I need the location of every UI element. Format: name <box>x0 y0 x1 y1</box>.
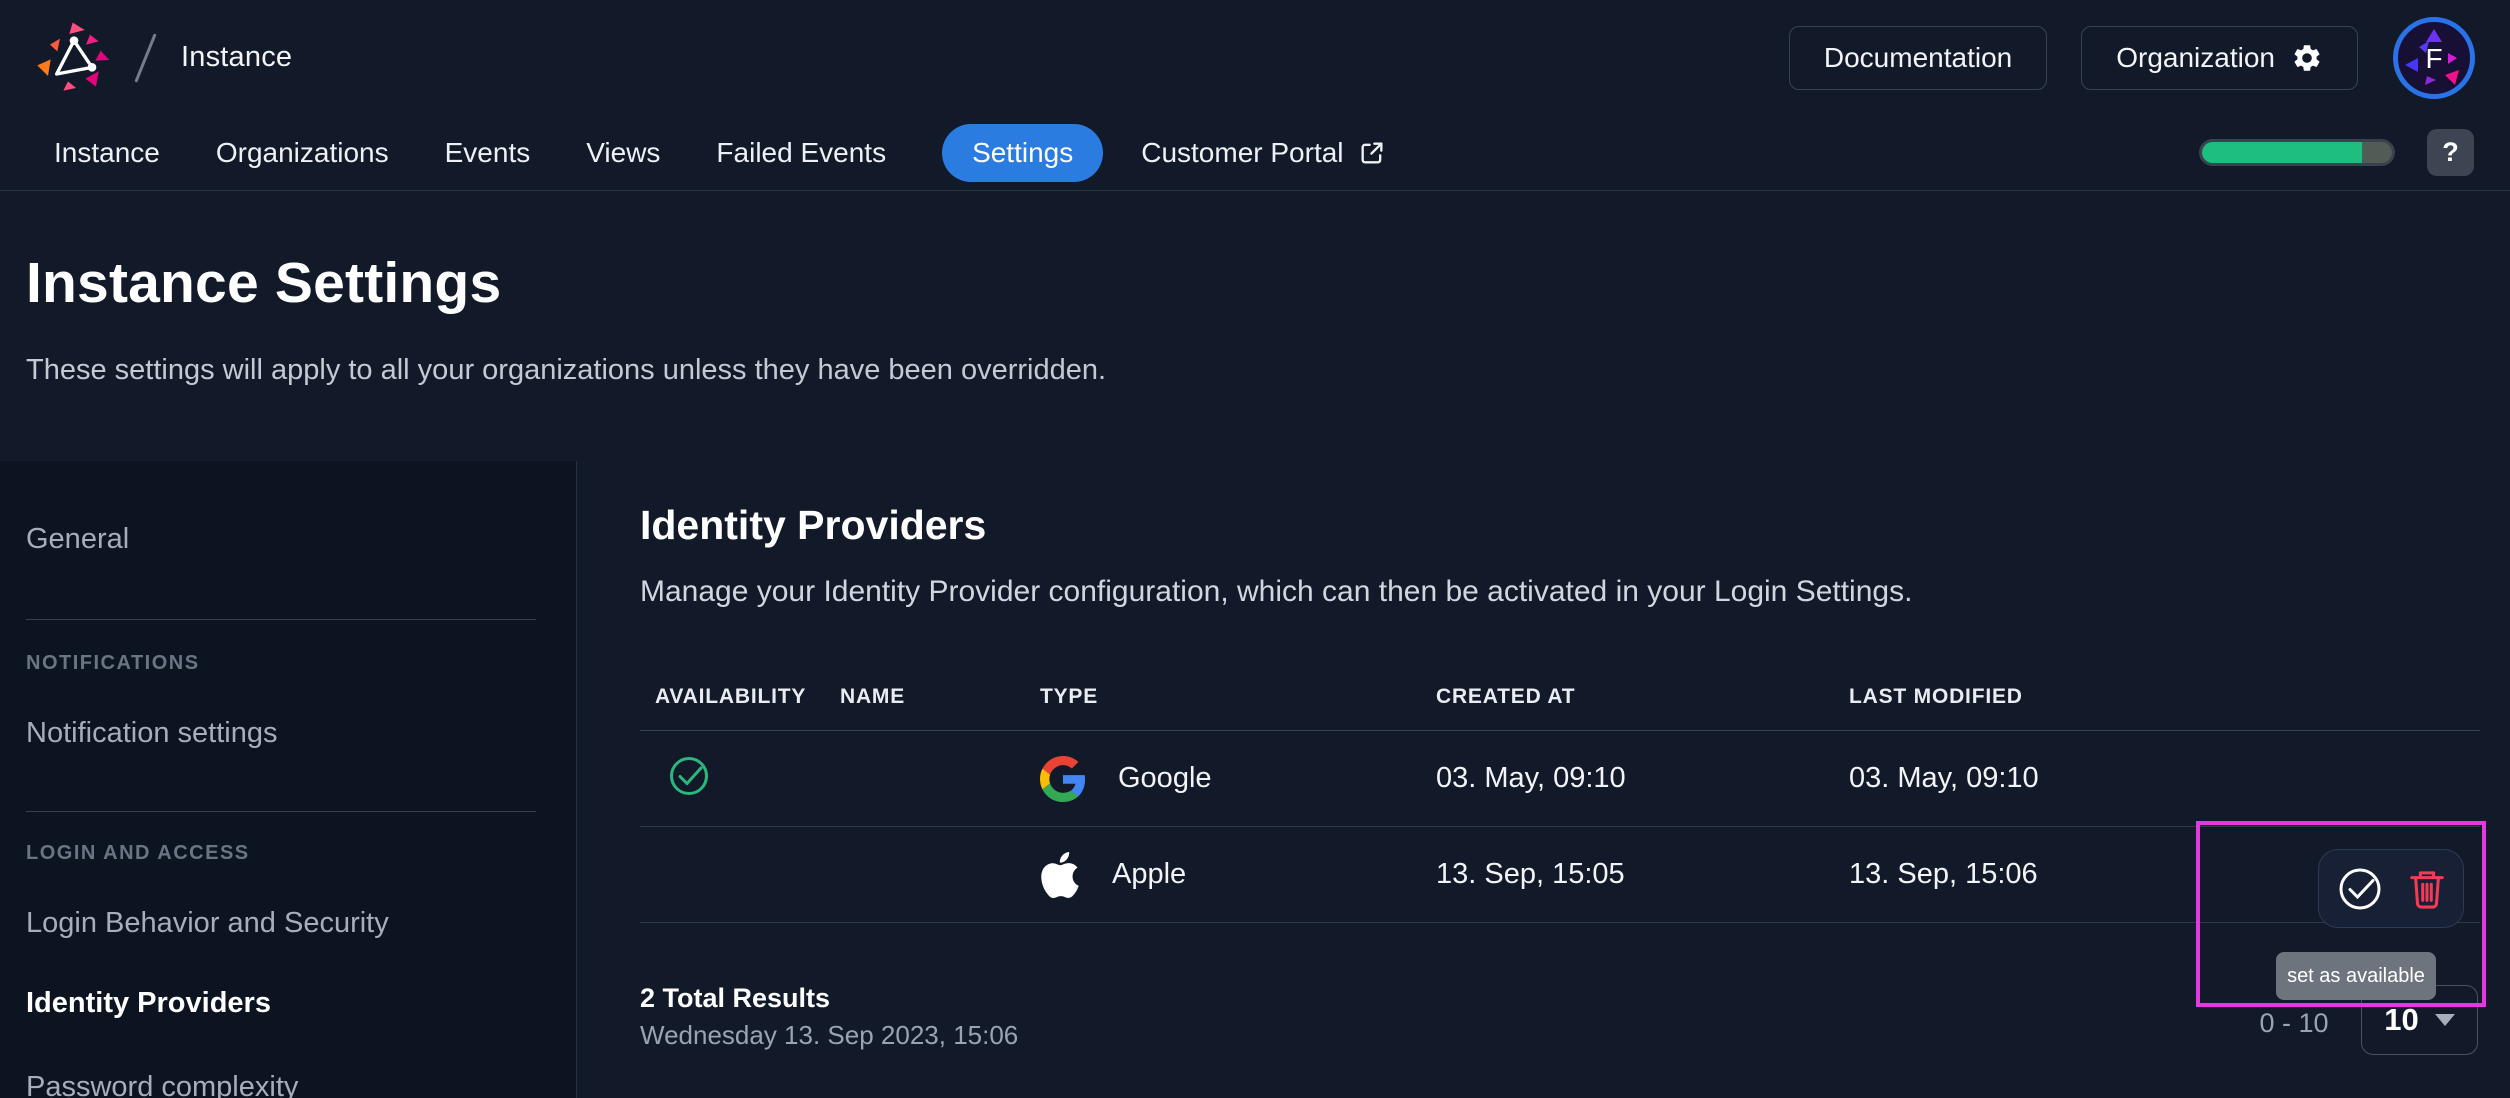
nav-item-views[interactable]: Views <box>586 137 660 169</box>
page-size-value: 10 <box>2384 1002 2419 1037</box>
type-cell: Apple <box>1040 851 1436 898</box>
table-footer: 2 Total Results Wednesday 13. Sep 2023, … <box>640 983 2480 1051</box>
created-at-cell: 13. Sep, 15:05 <box>1436 858 1625 890</box>
help-button[interactable]: ? <box>2427 129 2474 176</box>
row-actions <box>2318 849 2464 928</box>
section-title: Identity Providers <box>640 502 987 548</box>
nav-item-failed-events[interactable]: Failed Events <box>716 137 886 169</box>
type-cell: Google <box>1040 755 1436 802</box>
created-at-cell: 03. May, 09:10 <box>1436 762 1626 794</box>
nav-item-events[interactable]: Events <box>445 137 531 169</box>
instance-settings-page: Instance Documentation Organization F In… <box>0 0 2510 1098</box>
apple-logo-icon <box>1041 851 1079 898</box>
sidebar-divider <box>26 811 536 812</box>
col-type: TYPE <box>1040 684 1099 708</box>
table-row-apple[interactable]: Apple 13. Sep, 15:05 13. Sep, 15:06 <box>640 827 2480 923</box>
sidebar-item-general[interactable]: General <box>26 522 550 556</box>
documentation-button[interactable]: Documentation <box>1788 25 2048 90</box>
instance-nav: Instance Organizations Events Views Fail… <box>0 115 2510 191</box>
available-check-icon <box>670 757 708 795</box>
provider-type-label: Apple <box>1112 858 1187 890</box>
table-header-row: AVAILABILITY NAME TYPE CREATED AT LAST M… <box>640 663 2480 731</box>
user-avatar[interactable]: F <box>2392 16 2476 100</box>
refresh-timestamp: Wednesday 13. Sep 2023, 15:06 <box>640 1020 1019 1050</box>
total-results: 2 Total Results <box>640 983 831 1013</box>
last-modified-cell: 13. Sep, 15:06 <box>1849 858 2038 890</box>
availability-cell <box>655 754 840 803</box>
section-description: Manage your Identity Provider configurat… <box>640 575 1913 608</box>
zitadel-logo-icon[interactable] <box>34 19 114 97</box>
external-link-icon <box>1361 142 1383 163</box>
sidebar-section-login-and-access: LOGIN AND ACCESS <box>26 842 250 864</box>
col-last-modified: LAST MODIFIED <box>1849 684 2023 708</box>
quota-progress-fill <box>2202 142 2362 163</box>
top-header: Instance Documentation Organization F <box>0 0 2510 115</box>
settings-sidebar: General NOTIFICATIONS Notification setti… <box>0 461 577 1098</box>
breadcrumb[interactable]: Instance <box>181 41 292 74</box>
hero-section: Instance Settings These settings will ap… <box>0 192 2510 461</box>
quota-progress-bar <box>2199 139 2395 166</box>
set-available-button[interactable] <box>2336 865 2384 913</box>
sidebar-item-password-complexity[interactable]: Password complexity <box>26 1070 550 1098</box>
delete-provider-button[interactable] <box>2408 868 2446 910</box>
provider-type-label: Google <box>1118 762 1212 794</box>
sidebar-item-login-behavior[interactable]: Login Behavior and Security <box>26 906 550 940</box>
col-created-at: CREATED AT <box>1436 684 1576 708</box>
documentation-button-label: Documentation <box>1823 41 2013 73</box>
sidebar-section-notifications: NOTIFICATIONS <box>26 652 200 674</box>
breadcrumb-slash <box>134 32 157 83</box>
gear-icon <box>2294 44 2320 71</box>
google-logo-icon <box>1040 755 1086 802</box>
identity-providers-content: Identity Providers Manage your Identity … <box>578 461 2510 1098</box>
table-row-google[interactable]: Google 03. May, 09:10 03. May, 09:10 <box>640 731 2480 827</box>
identity-providers-table: AVAILABILITY NAME TYPE CREATED AT LAST M… <box>640 663 2480 923</box>
col-availability: AVAILABILITY <box>655 684 807 708</box>
col-name: NAME <box>840 684 906 708</box>
nav-item-instance[interactable]: Instance <box>54 137 160 169</box>
page-title: Instance Settings <box>26 251 502 315</box>
settings-panel: General NOTIFICATIONS Notification setti… <box>0 461 2510 1098</box>
organization-button[interactable]: Organization <box>2081 25 2358 90</box>
chevron-down-icon <box>2434 1014 2455 1026</box>
set-as-available-tooltip: set as available <box>2276 952 2436 1000</box>
last-modified-cell: 03. May, 09:10 <box>1849 762 2039 794</box>
sidebar-divider <box>26 619 536 620</box>
customer-portal-label: Customer Portal <box>1141 136 1344 168</box>
sidebar-item-notification-settings[interactable]: Notification settings <box>26 716 550 750</box>
nav-item-settings-active[interactable]: Settings <box>942 123 1104 182</box>
pagination-range: 0 - 10 <box>2259 1008 2329 1038</box>
nav-item-customer-portal[interactable]: Customer Portal <box>1141 137 1385 169</box>
page-subtitle: These settings will apply to all your or… <box>26 354 1107 386</box>
organization-button-label: Organization <box>2116 41 2275 73</box>
avatar-letter: F <box>2425 43 2442 74</box>
sidebar-item-identity-providers[interactable]: Identity Providers <box>26 986 550 1020</box>
nav-item-organizations[interactable]: Organizations <box>216 137 389 169</box>
